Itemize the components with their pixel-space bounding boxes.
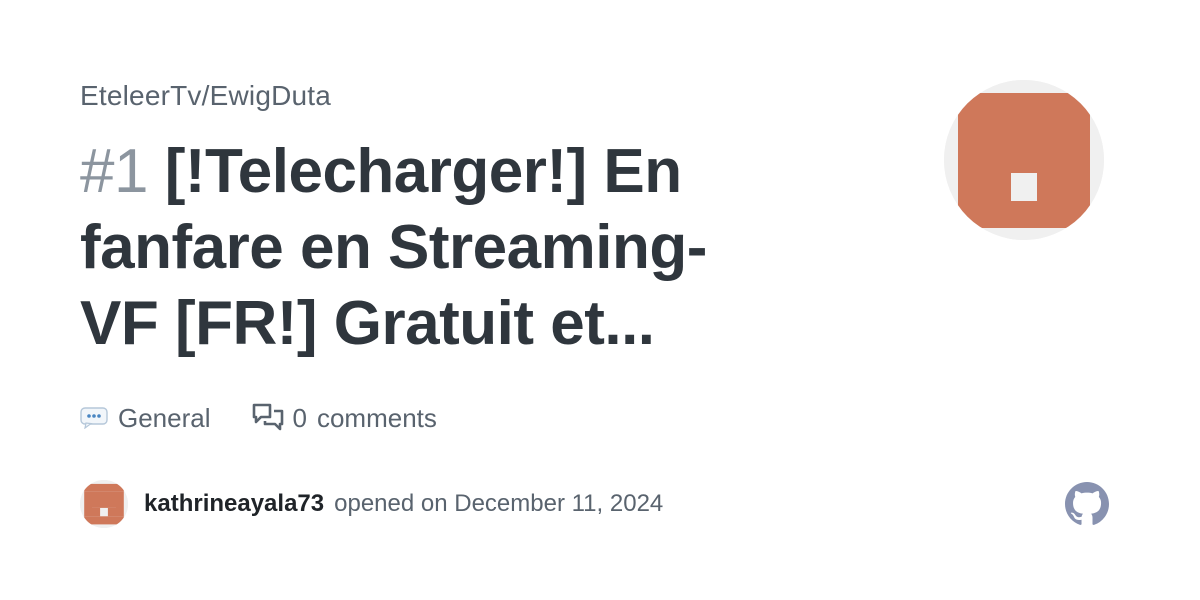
speech-balloon-icon <box>80 407 108 429</box>
issue-title-text: [!Telecharger!] En fanfare en Streaming-… <box>80 137 707 358</box>
author-avatar[interactable] <box>80 480 128 528</box>
repository-owner-avatar[interactable] <box>944 80 1104 240</box>
author-username[interactable]: kathrineayala73 <box>144 490 324 518</box>
identicon-avatar-small <box>80 480 128 528</box>
issue-meta: General 0 comments <box>80 398 437 438</box>
issue-number: #1 <box>80 137 148 206</box>
comment-discussion-icon <box>251 401 285 435</box>
social-preview-card: EteleerTv/EwigDuta #1 [!Telecharger!] En… <box>0 0 1200 600</box>
opened-date-text: opened on December 11, 2024 <box>334 490 664 517</box>
comments-label: comments <box>316 402 437 433</box>
repository-name[interactable]: EteleerTv/EwigDuta <box>80 80 331 112</box>
identicon-avatar-large <box>944 80 1104 240</box>
issue-title[interactable]: #1 [!Telecharger!] En fanfare en Streami… <box>80 134 780 362</box>
category-label[interactable]: General <box>118 403 211 434</box>
author-row: kathrineayala73 opened on December 11, 2… <box>80 480 663 528</box>
comment-count: 0 <box>292 402 307 433</box>
github-logo-icon <box>1065 482 1109 526</box>
